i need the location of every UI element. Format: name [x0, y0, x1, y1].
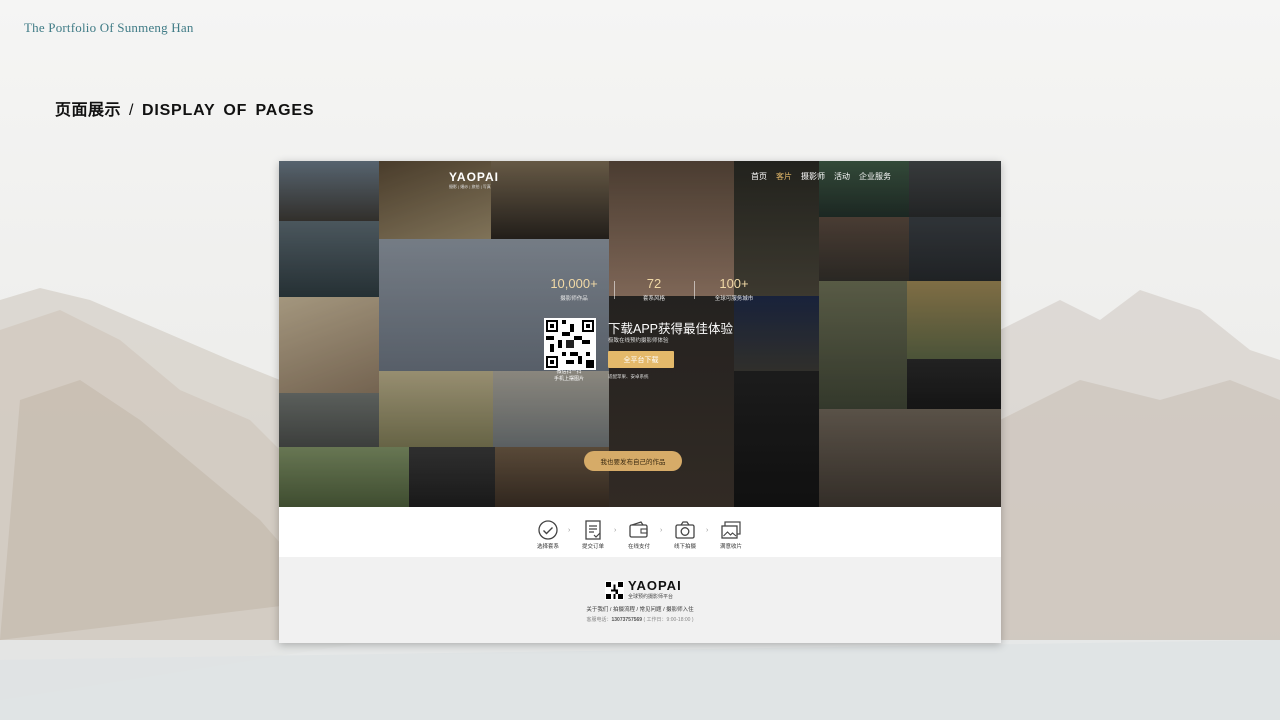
stat-styles: 72 套系风格: [614, 276, 694, 302]
hero-photo-collage: YAOPAI 摄影 | 婚纱 | 旅拍 | 写真 首页 客片 摄影师 活动 企业…: [279, 161, 1001, 507]
site-logo[interactable]: YAOPAI: [449, 170, 499, 184]
step-label: 在线支付: [627, 544, 650, 550]
footer-phone-label: 客服电话：: [586, 617, 612, 623]
chevron-right-icon: ›: [706, 527, 709, 534]
stat-number: 100+: [719, 276, 749, 291]
footer-links: 关于我们 / 拍摄流程 / 常见问题 / 摄影师入住: [279, 605, 1001, 613]
nav-photographers[interactable]: 摄影师: [801, 171, 825, 182]
qr-code-icon: [544, 318, 596, 370]
step-receive-photos[interactable]: 满意收片: [709, 519, 753, 550]
footer-logo[interactable]: YAOPAI: [628, 578, 682, 593]
site-footer: YAOPAI 全球预约摄影师平台 关于我们 / 拍摄流程 / 常见问题 / 摄影…: [279, 557, 1001, 643]
stat-cities: 100+ 全球可服务城市: [694, 276, 774, 302]
stat-label: 全球可服务城市: [714, 296, 754, 302]
stat-label: 摄影师作品: [560, 296, 588, 302]
nav-home[interactable]: 首页: [751, 171, 767, 182]
stat-label: 套系风格: [642, 296, 665, 302]
nav-events[interactable]: 活动: [834, 171, 850, 182]
qr-caption-line: 微信扫一扫: [556, 369, 582, 375]
qr-caption: 微信扫一扫 手机上摆图片: [541, 369, 597, 383]
stat-works: 10,000+ 摄影师作品: [534, 276, 614, 302]
chevron-right-icon: ›: [614, 527, 617, 534]
document-icon: [585, 520, 601, 540]
check-circle-icon: [538, 520, 558, 540]
chevron-right-icon: ›: [568, 527, 571, 534]
heading-en: DISPLAY OF PAGES: [141, 102, 315, 119]
footer-link-faq[interactable]: 常见问题: [640, 607, 662, 613]
heading-cn: 页面展示: [55, 102, 122, 119]
publish-work-button[interactable]: 我也要发布自己的作品: [584, 451, 682, 471]
footer-contact: 客服电话：13073757569 ( 工作日：9:00-18:00 ): [279, 616, 1001, 623]
photos-icon: [721, 521, 741, 539]
qr-caption-line: 手机上摆图片: [553, 376, 584, 382]
footer-link-join[interactable]: 摄影师入住: [666, 607, 694, 613]
camera-icon: [675, 521, 695, 539]
footer-link-about[interactable]: 关于我们: [586, 607, 608, 613]
portfolio-title: The Portfolio Of Sunmeng Han: [24, 20, 194, 35]
footer-link-process[interactable]: 拍摄流程: [613, 607, 635, 613]
step-label: 线下拍摄: [673, 544, 696, 550]
step-offline-shoot[interactable]: 线下拍摄: [663, 519, 707, 550]
app-platforms-note: 适配苹果、安卓系统: [608, 374, 649, 379]
stat-number: 10,000+: [550, 276, 598, 291]
nav-client-photos[interactable]: 客片: [776, 171, 792, 182]
booking-steps: 选择套系 › 提交订单 › 在线支付 › 线下拍摄 › 满意收片: [279, 507, 1001, 557]
site-logo-subtitle: 摄影 | 婚纱 | 旅拍 | 写真: [449, 184, 491, 189]
stats-row: 10,000+ 摄影师作品 72 套系风格 100+ 全球可服务城市: [534, 276, 774, 302]
heading-separator: /: [129, 102, 134, 119]
step-label: 满意收片: [719, 544, 742, 550]
footer-phone-number: 13073757569: [611, 617, 643, 623]
step-label: 提交订单: [581, 544, 604, 550]
step-label: 选择套系: [536, 544, 559, 550]
step-select-package[interactable]: 选择套系: [526, 519, 570, 550]
footer-qr-code-icon: [605, 581, 624, 600]
app-promo-title: 下载APP获得最佳体验: [608, 322, 734, 336]
step-submit-order[interactable]: 提交订单: [571, 519, 615, 550]
website-mockup: YAOPAI 摄影 | 婚纱 | 旅拍 | 写真 首页 客片 摄影师 活动 企业…: [279, 161, 1001, 643]
chevron-right-icon: ›: [660, 527, 663, 534]
footer-tagline: 全球预约摄影师平台: [628, 594, 674, 600]
app-promo-subtitle: 极致在线预约摄影师体验: [608, 338, 669, 344]
wallet-icon: [629, 521, 648, 538]
nav-enterprise[interactable]: 企业服务: [859, 171, 891, 182]
section-heading: 页面展示 / DISPLAY OF PAGES: [55, 96, 314, 120]
site-nav: 首页 客片 摄影师 活动 企业服务: [751, 171, 891, 182]
step-online-payment[interactable]: 在线支付: [617, 519, 661, 550]
stat-number: 72: [646, 276, 662, 291]
footer-hours: ( 工作日：9:00-18:00 ): [643, 617, 694, 623]
app-download-button[interactable]: 全平台下载: [608, 351, 674, 368]
